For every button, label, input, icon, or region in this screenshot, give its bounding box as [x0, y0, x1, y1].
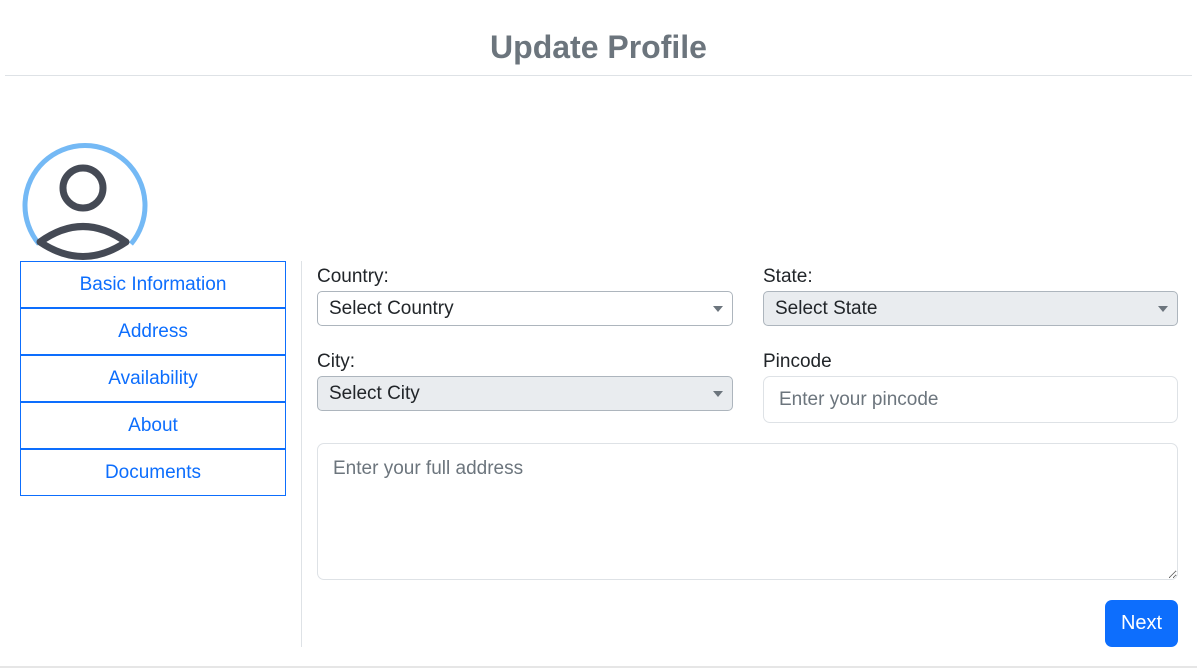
next-button[interactable]: Next	[1105, 600, 1178, 647]
state-select-value: Select State	[775, 298, 878, 319]
state-label: State:	[763, 266, 813, 287]
country-label: Country:	[317, 266, 389, 287]
city-select[interactable]: Select City	[317, 376, 733, 411]
country-select-value: Select Country	[329, 298, 454, 319]
chevron-down-icon	[1158, 306, 1168, 312]
chevron-down-icon	[713, 391, 723, 397]
city-label: City:	[317, 351, 355, 372]
page-title: Update Profile	[490, 29, 707, 65]
vertical-divider	[301, 261, 302, 647]
pincode-label: Pincode	[763, 351, 832, 372]
pincode-input[interactable]	[763, 376, 1178, 423]
city-select-value: Select City	[329, 383, 420, 404]
nav-documents[interactable]: Documents	[20, 449, 286, 496]
nav-availability[interactable]: Availability	[20, 355, 286, 402]
page-header: Update Profile	[5, 0, 1192, 76]
profile-sections-nav: Basic Information Address Availability A…	[20, 261, 286, 496]
address-textarea[interactable]	[317, 443, 1178, 580]
country-select[interactable]: Select Country	[317, 291, 733, 326]
state-select[interactable]: Select State	[763, 291, 1178, 326]
nav-about[interactable]: About	[20, 402, 286, 449]
user-avatar-icon	[18, 135, 148, 265]
nav-address[interactable]: Address	[20, 308, 286, 355]
nav-basic-information[interactable]: Basic Information	[20, 261, 286, 308]
profile-card: Update Profile Basic Information Address…	[0, 0, 1197, 668]
chevron-down-icon	[713, 306, 723, 312]
